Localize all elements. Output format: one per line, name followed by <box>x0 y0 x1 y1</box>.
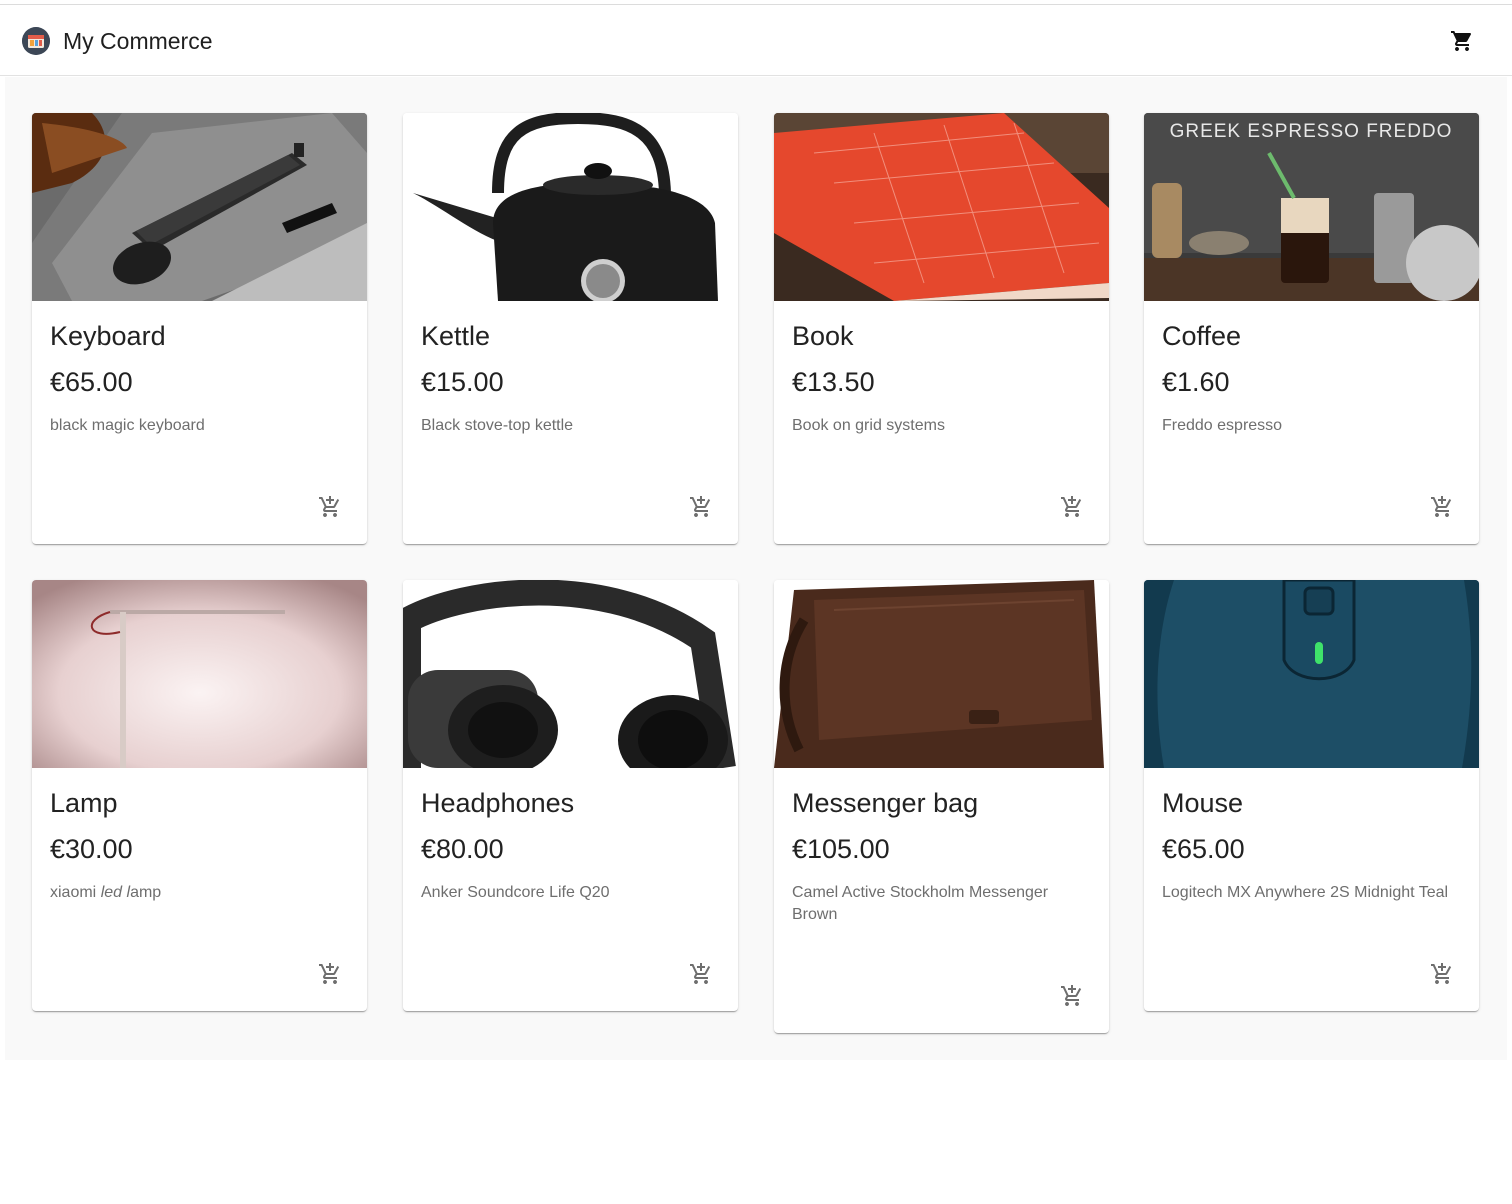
product-description: black magic keyboard <box>50 417 205 434</box>
add-shopping-cart-icon <box>319 963 340 984</box>
product-title[interactable]: Coffee <box>1162 320 1241 352</box>
description-text: xiaomi <box>50 884 101 901</box>
messenger-bag-photo <box>774 580 1109 768</box>
product-title[interactable]: Book <box>792 320 854 352</box>
product-card-coffee: GREEK ESPRESSO FREDDO Coffee €1.60 Fredd… <box>1144 113 1479 544</box>
product-title[interactable]: Headphones <box>421 787 574 819</box>
cart-button[interactable] <box>1444 23 1480 59</box>
product-card-kettle: Kettle €15.00 Black stove-top kettle <box>403 113 738 544</box>
add-to-cart-button[interactable] <box>1427 959 1457 989</box>
store-logo-icon <box>22 27 50 55</box>
product-title[interactable]: Kettle <box>421 320 490 352</box>
product-card-keyboard: Keyboard €65.00 black magic keyboard <box>32 113 367 544</box>
headphones-photo <box>403 580 738 768</box>
product-price: €1.60 <box>1162 367 1230 397</box>
product-price: €13.50 <box>792 367 875 397</box>
product-card-lamp: Lamp €30.00 xiaomi led lamp <box>32 580 367 1011</box>
coffee-image-text: GREEK ESPRESSO FREDDO <box>1170 121 1453 142</box>
product-title[interactable]: Lamp <box>50 787 118 819</box>
description-text: amp <box>130 884 162 901</box>
add-shopping-cart-icon <box>1431 963 1452 984</box>
add-to-cart-button[interactable] <box>315 959 345 989</box>
product-description: xiaomi led lamp <box>50 882 350 904</box>
add-shopping-cart-icon <box>319 496 340 517</box>
product-price: €65.00 <box>1162 834 1245 864</box>
product-title[interactable]: Messenger bag <box>792 787 978 819</box>
kettle-photo <box>403 113 738 301</box>
product-description: Anker Soundcore Life Q20 <box>421 884 610 901</box>
description-text-italic: led <box>100 884 123 901</box>
add-to-cart-button[interactable] <box>686 959 716 989</box>
add-shopping-cart-icon <box>1061 496 1082 517</box>
add-shopping-cart-icon <box>1431 496 1452 517</box>
keyboard-photo <box>32 113 367 301</box>
product-description: Book on grid systems <box>792 417 945 434</box>
product-price: €80.00 <box>421 834 504 864</box>
product-price: €105.00 <box>792 834 890 864</box>
product-card-messenger-bag: Messenger bag €105.00 Camel Active Stock… <box>774 580 1109 1033</box>
product-card-headphones: Headphones €80.00 Anker Soundcore Life Q… <box>403 580 738 1011</box>
add-to-cart-button[interactable] <box>1427 492 1457 522</box>
app-bar: My Commerce <box>0 4 1512 76</box>
product-title[interactable]: Keyboard <box>50 320 166 352</box>
mouse-photo <box>1144 580 1479 768</box>
add-to-cart-button[interactable] <box>1057 492 1087 522</box>
add-shopping-cart-icon <box>690 963 711 984</box>
product-price: €65.00 <box>50 367 133 397</box>
product-description: Black stove-top kettle <box>421 417 574 434</box>
product-title[interactable]: Mouse <box>1162 787 1243 819</box>
add-shopping-cart-icon <box>1061 985 1082 1006</box>
app-title[interactable]: My Commerce <box>63 27 213 55</box>
add-to-cart-button[interactable] <box>686 492 716 522</box>
shopping-cart-icon <box>1451 31 1472 51</box>
product-card-mouse: Mouse €65.00 Logitech MX Anywhere 2S Mid… <box>1144 580 1479 1011</box>
add-to-cart-button[interactable] <box>315 492 345 522</box>
product-grid: Keyboard €65.00 black magic keyboard Ket… <box>5 77 1507 1060</box>
product-card-book: Book €13.50 Book on grid systems <box>774 113 1109 544</box>
product-description: Camel Active Stockholm Messenger Brown <box>792 884 1049 923</box>
product-description: Freddo espresso <box>1162 417 1283 434</box>
add-to-cart-button[interactable] <box>1057 981 1087 1011</box>
product-price: €15.00 <box>421 367 504 397</box>
book-photo <box>774 113 1109 301</box>
product-price: €30.00 <box>50 834 133 864</box>
add-shopping-cart-icon <box>690 496 711 517</box>
product-description: Logitech MX Anywhere 2S Midnight Teal <box>1162 884 1449 901</box>
coffee-photo: GREEK ESPRESSO FREDDO <box>1144 113 1479 301</box>
lamp-photo <box>32 580 367 768</box>
